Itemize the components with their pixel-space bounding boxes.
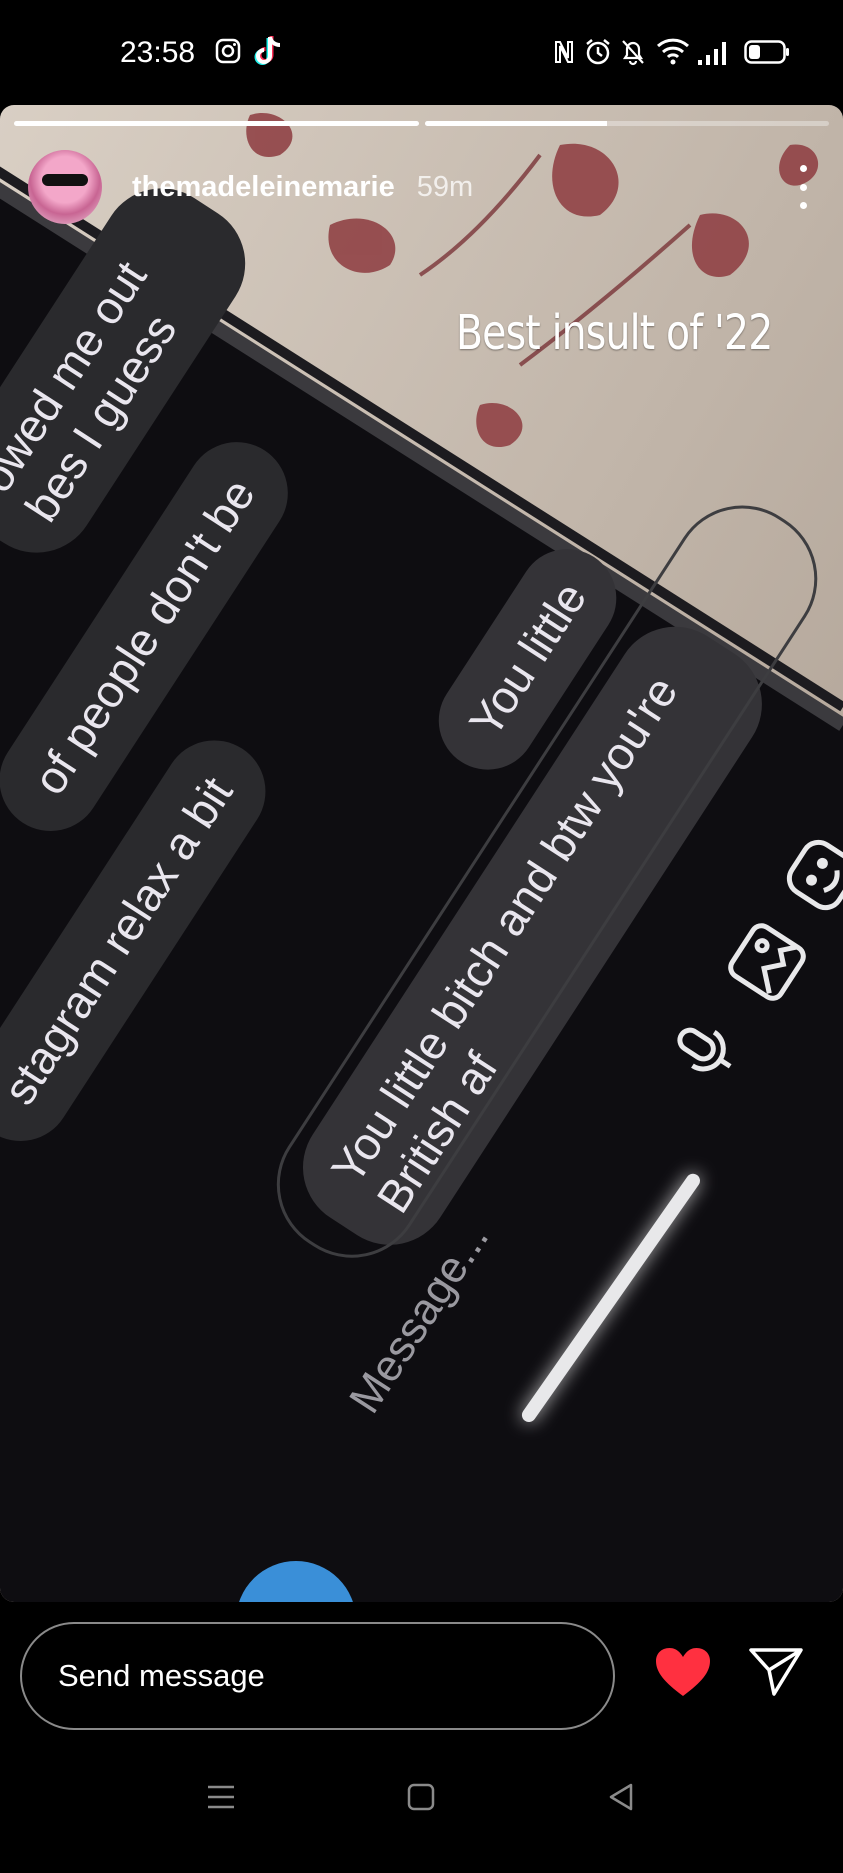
photo-gallery-icon [728, 923, 806, 1001]
alarm-icon [586, 39, 610, 65]
signal-icon [698, 42, 726, 65]
more-dot-icon [799, 165, 807, 172]
story-header: themadeleinemarie 59m [28, 147, 815, 227]
instagram-icon [215, 38, 241, 64]
wifi-icon [656, 38, 690, 65]
story-caption: Best insult of '22 [456, 305, 773, 361]
story-viewer[interactable]: owed me out bes I guess of people don't … [0, 105, 843, 1602]
send-icon[interactable] [748, 1646, 804, 1698]
reply-bar [0, 1602, 843, 1742]
photo-sticker-icon [786, 839, 843, 911]
tiktok-icon [254, 36, 281, 65]
status-time: 23:58 [120, 36, 196, 69]
menu-icon[interactable] [205, 1782, 237, 1812]
story-progress-segment [424, 121, 829, 126]
more-options-button[interactable] [791, 165, 815, 209]
status-bar: 23:58 [0, 0, 843, 105]
back-triangle-icon[interactable] [606, 1782, 636, 1812]
story-progress-segment [14, 121, 419, 126]
send-message-input[interactable] [20, 1622, 615, 1730]
system-nav-bar [0, 1742, 843, 1873]
username[interactable]: themadeleinemarie [132, 171, 395, 204]
more-dot-icon [799, 183, 807, 191]
story-time-ago: 59m [416, 170, 474, 203]
avatar[interactable] [28, 150, 102, 224]
battery-icon [744, 40, 789, 64]
more-dot-icon [799, 202, 807, 209]
nfc-icon [555, 41, 573, 63]
muted-bell-icon [622, 40, 644, 66]
photo-mic-icon [677, 1027, 732, 1072]
story-progress [14, 121, 829, 126]
like-heart-icon[interactable] [654, 1646, 712, 1698]
home-square-icon[interactable] [406, 1782, 436, 1812]
